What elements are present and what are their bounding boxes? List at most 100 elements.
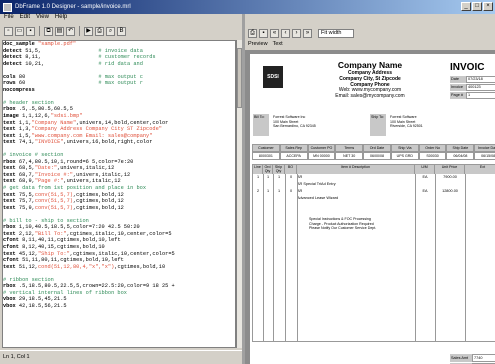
print-icon[interactable]: ⎙: [248, 28, 257, 38]
close-button[interactable]: ×: [483, 2, 493, 11]
print-icon[interactable]: ⎙: [95, 26, 104, 36]
last-page-icon[interactable]: »: [303, 28, 312, 38]
tab-text[interactable]: Text: [273, 41, 283, 49]
app-icon: [3, 2, 12, 12]
paste-icon[interactable]: ▤: [55, 26, 64, 36]
item-cell: [465, 195, 495, 202]
item-cell: 1: [277, 189, 281, 193]
prev-page-icon[interactable]: ‹: [281, 28, 290, 38]
code-token: image: [3, 113, 23, 120]
code-token: 74,1,: [18, 139, 35, 146]
code-token: ,univers,16,bold,right,color: [63, 139, 153, 146]
code-token: "INVOICE": [34, 139, 64, 146]
code-token: conv(51,5,7): [34, 204, 73, 211]
item-cell: 0: [289, 175, 293, 179]
preview-canvas[interactable]: SDSI Company Name Company Address Compan…: [245, 50, 495, 364]
company-logo: SDSI: [263, 66, 283, 88]
item-column-header: Ord Qty: [263, 165, 273, 174]
code-token: 1,3,: [18, 126, 32, 133]
menu-edit[interactable]: Edit: [20, 14, 30, 23]
ship-to-address: Forrest Software 100 Main Street Riverside…: [390, 115, 450, 129]
address-line: San Bernardino, CA 92345: [273, 124, 316, 128]
new-icon[interactable]: ▫: [4, 26, 13, 36]
order-header-label: Ship Date: [446, 144, 475, 152]
code-token: 75,5,: [18, 191, 35, 198]
ship-to-box: Ship To: Forrest Software 100 Main Street…: [370, 114, 465, 136]
maximize-button[interactable]: □: [472, 2, 482, 11]
menu-help[interactable]: Help: [55, 14, 67, 23]
code-token: 2,12,: [18, 230, 35, 237]
search-icon[interactable]: ⌕: [106, 26, 115, 36]
code-token: doc_sample: [3, 41, 38, 47]
zoom-select[interactable]: Fit width: [318, 28, 354, 38]
code-token: 8,11,: [25, 54, 42, 61]
tab-preview[interactable]: Preview: [248, 41, 268, 49]
order-header-label: Invoice Date: [474, 144, 495, 152]
item-cell: 12800.00: [442, 189, 458, 193]
code-token: ,univers,italic,12: [72, 171, 131, 178]
order-header-label: Customer PO: [307, 144, 336, 152]
code-token: text: [3, 165, 19, 172]
item-cell: 2: [256, 189, 260, 193]
code-token: ,cgtimes,bold,12: [72, 198, 124, 205]
code-line[interactable]: vbox 42,18.5,56,21.5: [3, 303, 235, 310]
item-cell: 1: [266, 189, 270, 193]
item-note: Special Instructions & FOC Processing Cha…: [309, 217, 419, 231]
table-grid-line: [465, 174, 466, 342]
invoice-title: INVOIC: [450, 62, 485, 73]
code-token: text: [3, 250, 19, 257]
code-token: # max output r: [25, 80, 143, 87]
item-cell: [415, 181, 435, 188]
line-items-body: 1 1 1 0 AR EA 7900.00 AR Special TriAd Entry 2 1 1…: [253, 174, 495, 202]
item-cell: [273, 181, 285, 188]
code-token: text: [3, 139, 19, 146]
code-token: "Company Name": [31, 119, 77, 126]
code-token: text: [3, 132, 19, 139]
item-cell: [253, 181, 263, 188]
note-line: Please Notify Our Customer Service Dept.: [309, 226, 377, 230]
undo-icon[interactable]: ↶: [66, 26, 75, 36]
order-header-value: S00030: [418, 152, 447, 160]
company-header: Company Name Company Address Company Cit…: [310, 61, 430, 100]
copy-icon[interactable]: ⧉: [44, 26, 53, 36]
line-items-table: Line Ord Qty Ship Qty BO Item # Description U…: [252, 164, 495, 342]
menu-view[interactable]: View: [36, 14, 49, 23]
order-header-value: ACCEPA: [279, 152, 308, 160]
save-icon[interactable]: ▪: [259, 28, 268, 38]
code-token: ,cgtimes,italic,10,center,color=5: [69, 250, 175, 257]
code-editor[interactable]: doc_sample "sample.pdf" detect 51,5, # in…: [2, 40, 236, 348]
code-token: cond(51,12,80,4,"x","x"): [37, 263, 115, 270]
minimize-button[interactable]: _: [461, 2, 471, 11]
code-token: ,cgtimes,italic,10,center,color=5: [66, 230, 172, 237]
order-header-value: 06/00/08: [363, 152, 391, 160]
save-icon[interactable]: ▪: [26, 26, 35, 36]
menu-file[interactable]: File: [4, 14, 14, 23]
item-cell: 1: [266, 175, 270, 179]
totals-value: 7740: [472, 354, 495, 362]
open-icon[interactable]: ▭: [15, 26, 24, 36]
code-token: text: [3, 178, 19, 185]
table-grid-line: [435, 174, 436, 342]
run-icon[interactable]: ▶: [84, 26, 93, 36]
ship-to-label: Ship To:: [370, 114, 386, 136]
next-page-icon[interactable]: ›: [292, 28, 301, 38]
title-bar: DbFrame 1.0 Designer - sample/invoice.mr…: [0, 0, 495, 14]
bold-icon[interactable]: B: [117, 26, 126, 36]
order-header-label: Customer: [252, 144, 280, 152]
code-token: detect: [3, 47, 26, 54]
code-token: 8,12,40,15,cgtimes,bold,10: [22, 243, 105, 250]
order-header-value: NET 30: [335, 152, 364, 160]
preview-pane: ⎙ ▪ « ‹ › » Fit width Preview Text SDSI …: [245, 14, 495, 364]
bill-to-address: Forrest Software Inc 100 Main Street San B…: [273, 115, 333, 129]
code-token: conv(51,5,7): [34, 198, 73, 205]
code-token: text: [3, 204, 19, 211]
first-page-icon[interactable]: «: [270, 28, 279, 38]
order-header-labels: Customer Sales Rep Customer PO Terms Ord Dat…: [252, 144, 495, 152]
table-row: 1 1 1 0 AR EA 7900.00: [253, 174, 495, 181]
code-token: .5,18.5,80.5,22.5,5,crown=22.5:20,color=…: [18, 283, 175, 290]
preview-tabs: Preview Text: [245, 41, 495, 49]
item-cell: 1: [256, 175, 260, 179]
order-header-label: Order No: [418, 144, 447, 152]
code-token: rbox: [3, 158, 19, 165]
code-token: 75,7,: [18, 198, 35, 205]
